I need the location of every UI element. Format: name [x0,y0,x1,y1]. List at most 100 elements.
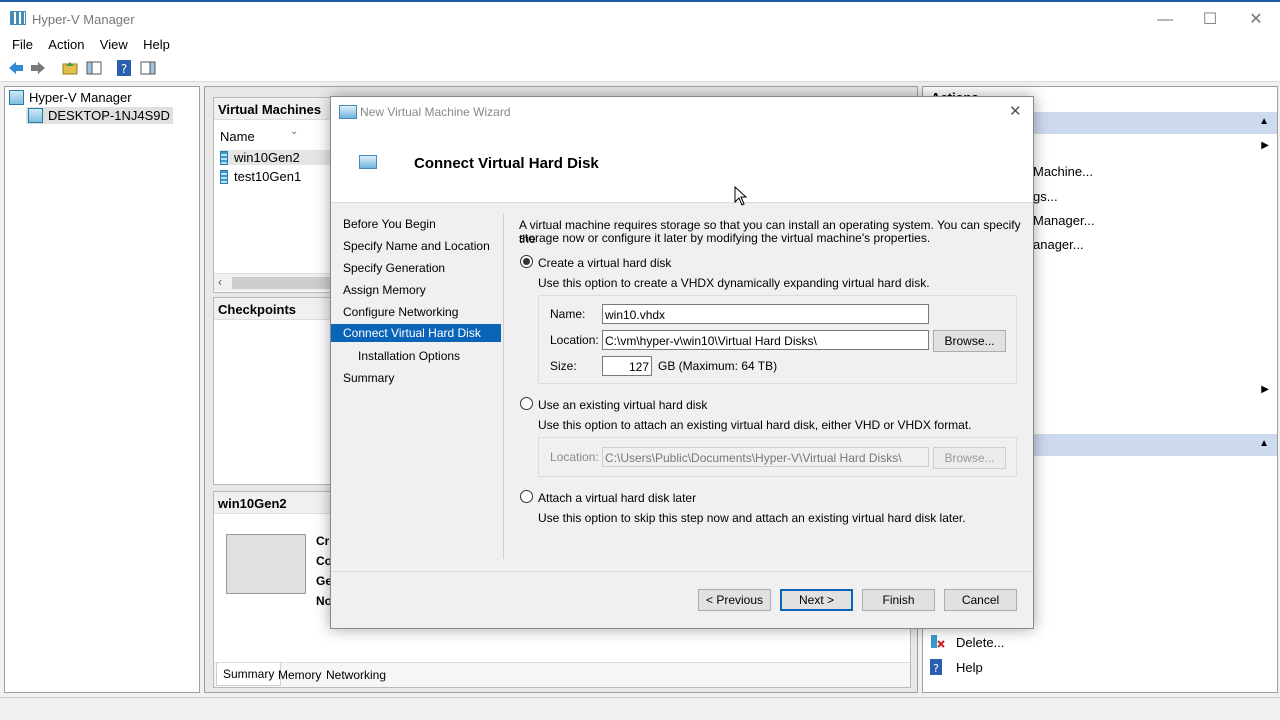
tree-root-hyperv-manager[interactable]: Hyper-V Manager [9,90,132,105]
step-memory[interactable]: Assign Memory [331,281,501,299]
wizard-heading: Connect Virtual Hard Disk [414,155,599,172]
browse-button[interactable]: Browse... [933,330,1006,352]
vm-row-test10gen1[interactable]: test10Gen1 [220,169,301,184]
submenu-arrow-icon[interactable]: ▶ [1261,140,1269,151]
menu-view[interactable]: View [94,34,134,55]
step-networking[interactable]: Configure Networking [331,303,501,321]
step-summary[interactable]: Summary [331,369,501,387]
intro-text-line2: storage now or configure it later by mod… [519,231,931,245]
wizard-title: New Virtual Machine Wizard [360,105,511,119]
forward-icon[interactable] [29,59,47,77]
delete-icon [931,635,945,648]
scroll-left-icon[interactable]: ‹ [218,275,222,289]
window-title: Hyper-V Manager [32,12,135,27]
steps-divider [503,213,504,559]
step-installation-options[interactable]: Installation Options [331,347,501,365]
svg-text:?: ? [933,662,939,675]
radio-create-vhd[interactable] [520,255,533,268]
step-generation[interactable]: Specify Generation [331,259,501,277]
footer-divider [331,571,1033,572]
tab-summary[interactable]: Summary [216,663,282,686]
action-switch-manager[interactable]: Manager... [1033,213,1094,228]
finish-button[interactable]: Finish [862,589,935,611]
menu-help[interactable]: Help [137,34,176,55]
vm-row-win10gen2[interactable]: win10Gen2 [220,150,330,165]
collapse-icon[interactable]: ▲ [1259,438,1269,449]
radio-attach-later[interactable] [520,490,533,503]
app-icon [10,11,26,25]
toolbar: ? [0,56,1280,82]
menu-bar: File Action View Help [0,34,1280,56]
existing-location-label: Location: [550,450,599,464]
collapse-icon[interactable]: ▲ [1259,116,1269,127]
scroll-thumb[interactable] [232,277,336,289]
wizard-title-bar: New Virtual Machine Wizard ✕ [331,97,1033,127]
mouse-cursor-icon [734,186,748,206]
action-delete[interactable]: Delete... [929,634,1004,650]
cancel-button[interactable]: Cancel [944,589,1017,611]
svg-text:?: ? [121,62,127,76]
hyperv-manager-icon [9,90,24,105]
vm-icon [220,169,228,184]
sort-chevron-icon: ⌄ [290,126,299,137]
create-vhd-description: Use this option to create a VHDX dynamic… [538,276,930,290]
action-help-label: Help [956,659,983,675]
status-bar [0,697,1280,720]
title-bar: Hyper-V Manager — ☐ ✕ [0,0,1280,34]
minimize-button[interactable]: — [1142,6,1188,34]
new-vm-wizard-dialog: New Virtual Machine Wizard ✕ Connect Vir… [330,96,1034,629]
attach-later-description: Use this option to skip this step now an… [538,511,966,525]
tree-root-label: Hyper-V Manager [29,90,132,105]
action-delete-label: Delete... [956,634,1005,650]
vhd-size-input[interactable]: 127 [602,356,652,376]
menu-action[interactable]: Action [42,34,90,55]
tab-memory[interactable]: Memory [274,666,325,684]
vhd-location-input[interactable]: C:\vm\hyper-v\win10\Virtual Hard Disks\ [602,330,929,350]
vm-column-name[interactable]: Name [220,129,255,144]
step-connect-vhd[interactable]: Connect Virtual Hard Disk [331,324,501,342]
step-before-you-begin[interactable]: Before You Begin [331,215,501,233]
up-folder-icon[interactable] [61,59,79,77]
tree-server-label: DESKTOP-1NJ4S9D [48,108,170,123]
help-icon[interactable]: ? [115,59,133,77]
size-label: Size: [550,359,577,373]
page-icon [359,155,377,169]
action-new-vm[interactable]: Machine... [1033,164,1093,179]
action-san-manager[interactable]: anager... [1033,237,1084,252]
show-hide-action-pane-icon[interactable] [139,59,157,77]
help-icon: ? [930,659,942,675]
menu-file[interactable]: File [6,34,39,55]
vm-icon [220,150,228,165]
vhd-name-input[interactable]: win10.vhdx [602,304,929,324]
submenu-arrow-icon[interactable]: ▶ [1261,384,1269,395]
radio-existing-vhd-label[interactable]: Use an existing virtual hard disk [538,398,707,412]
radio-create-vhd-label[interactable]: Create a virtual hard disk [538,256,671,270]
radio-attach-later-label[interactable]: Attach a virtual hard disk later [538,491,696,505]
console-tree: Hyper-V Manager DESKTOP-1NJ4S9D [4,86,200,693]
wizard-app-icon [339,105,357,119]
wizard-header: Connect Virtual Hard Disk [331,127,1033,203]
wizard-close-button[interactable]: ✕ [1009,102,1022,120]
action-help[interactable]: ? Help [929,659,983,675]
name-label: Name: [550,307,586,321]
existing-vhd-description: Use this option to attach an existing vi… [538,418,972,432]
close-button[interactable]: ✕ [1233,6,1279,34]
vm-name: win10Gen2 [234,150,300,165]
action-settings[interactable]: gs... [1033,189,1058,204]
previous-button[interactable]: < Previous [698,589,771,611]
tree-item-server[interactable]: DESKTOP-1NJ4S9D [26,107,173,124]
vm-thumbnail [226,534,306,594]
existing-vhd-location-input[interactable]: C:\Users\Public\Documents\Hyper-V\Virtua… [602,447,929,467]
tab-networking[interactable]: Networking [322,666,390,684]
show-hide-console-tree-icon[interactable] [85,59,103,77]
back-icon[interactable] [7,59,25,77]
size-unit-label: GB (Maximum: 64 TB) [658,359,778,373]
server-icon [28,108,43,123]
next-button[interactable]: Next > [780,589,853,611]
location-label: Location: [550,333,599,347]
radio-existing-vhd[interactable] [520,397,533,410]
existing-browse-button[interactable]: Browse... [933,447,1006,469]
step-name-location[interactable]: Specify Name and Location [331,237,501,255]
vm-name: test10Gen1 [234,169,302,184]
maximize-button[interactable]: ☐ [1187,6,1233,34]
